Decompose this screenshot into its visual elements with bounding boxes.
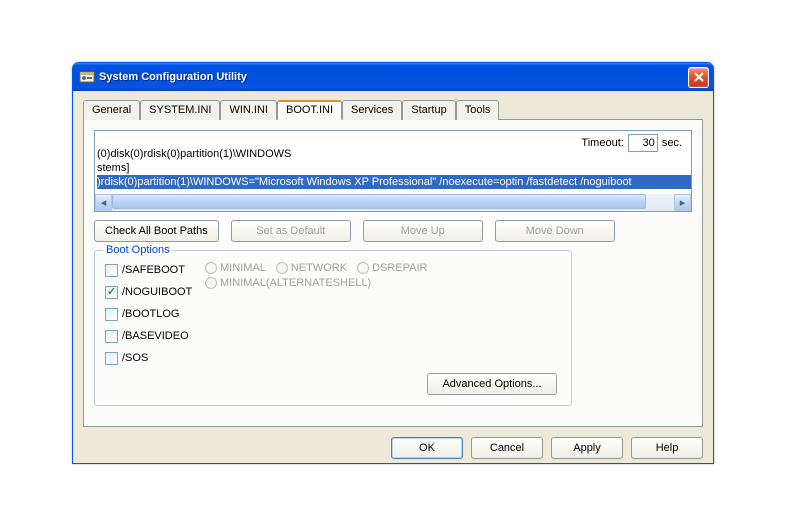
scroll-thumb[interactable] [112,194,646,209]
scroll-right-button[interactable]: ▸ [674,194,691,211]
client-area: General SYSTEM.INI WIN.INI BOOT.INI Serv… [73,91,713,464]
checkbox-icon [105,308,118,321]
move-up-button: Move Up [363,220,483,242]
tab-panel-bootini: (0)disk(0)rdisk(0)partition(1)\WINDOWS s… [83,119,703,427]
dialog-buttons: OK Cancel Apply Help [83,437,703,459]
sos-label: /SOS [122,352,148,364]
apply-button[interactable]: Apply [551,437,623,459]
timeout-group: Timeout: sec. [581,134,682,152]
checkbox-column: /SAFEBOOT /NOGUIBOOT /BOOTLOG /BASEVIDEO… [105,259,205,369]
tab-tools[interactable]: Tools [456,100,500,120]
check-all-boot-paths-button[interactable]: Check All Boot Paths [94,220,219,242]
safeboot-checkbox[interactable]: /SAFEBOOT [105,259,205,281]
tab-services[interactable]: Services [342,100,402,120]
list-line[interactable]: stems] [97,161,691,175]
boot-options-legend: Boot Options [103,244,173,256]
close-icon [694,72,704,82]
close-button[interactable] [688,67,709,88]
safeboot-radio-row1: MINIMAL NETWORK DSREPAIR [205,262,428,274]
dsrepair-radio: DSREPAIR [357,262,427,274]
advanced-options-button[interactable]: Advanced Options... [427,373,557,395]
safeboot-label: /SAFEBOOT [122,264,185,276]
radio-icon [276,262,288,274]
move-down-button: Move Down [495,220,615,242]
noguiboot-label: /NOGUIBOOT [122,286,192,298]
sos-checkbox[interactable]: /SOS [105,347,205,369]
minimalalt-radio: MINIMAL(ALTERNATESHELL) [205,277,371,289]
set-as-default-button: Set as Default [231,220,351,242]
tab-systemini[interactable]: SYSTEM.INI [140,100,220,120]
network-label: NETWORK [291,262,347,274]
basevideo-label: /BASEVIDEO [122,330,189,342]
timeout-input[interactable] [628,134,658,152]
basevideo-checkbox[interactable]: /BASEVIDEO [105,325,205,347]
titlebar[interactable]: System Configuration Utility [73,63,713,91]
radio-icon [205,277,217,289]
checkbox-checked-icon [105,286,118,299]
horizontal-scrollbar[interactable]: ◂ ▸ [95,194,691,211]
minimalalt-label: MINIMAL(ALTERNATESHELL) [220,277,371,289]
checkbox-icon [105,264,118,277]
timeout-unit: sec. [662,137,682,149]
options-row: /SAFEBOOT /NOGUIBOOT /BOOTLOG /BASEVIDEO… [105,259,561,369]
minimal-label: MINIMAL [220,262,266,274]
tab-bootini[interactable]: BOOT.INI [277,100,342,120]
chevron-right-icon: ▸ [680,196,686,209]
scroll-left-button[interactable]: ◂ [95,194,112,211]
scroll-track[interactable] [112,194,674,211]
cancel-button[interactable]: Cancel [471,437,543,459]
tab-startup[interactable]: Startup [402,100,455,120]
noguiboot-checkbox[interactable]: /NOGUIBOOT [105,281,205,303]
timeout-label: Timeout: [581,137,623,149]
msconfig-window: System Configuration Utility General SYS… [72,62,714,464]
minimal-radio: MINIMAL [205,262,266,274]
boot-options-group: Boot Options /SAFEBOOT /NOGUIBOOT /BOOTL… [94,250,572,406]
radio-column: MINIMAL NETWORK DSREPAIR MINIMAL(ALTERNA… [205,259,428,289]
tab-strip: General SYSTEM.INI WIN.INI BOOT.INI Serv… [83,100,703,120]
checkbox-icon [105,352,118,365]
chevron-left-icon: ◂ [101,196,107,209]
boot-buttons-row: Check All Boot Paths Set as Default Move… [94,220,692,242]
checkbox-icon [105,330,118,343]
dsrepair-label: DSREPAIR [372,262,427,274]
network-radio: NETWORK [276,262,347,274]
tab-winini[interactable]: WIN.INI [220,100,277,120]
app-icon [79,69,95,85]
window-title: System Configuration Utility [99,71,688,83]
tab-general[interactable]: General [83,100,140,120]
radio-icon [205,262,217,274]
bootlog-label: /BOOTLOG [122,308,179,320]
help-button[interactable]: Help [631,437,703,459]
ok-button[interactable]: OK [391,437,463,459]
safeboot-radio-row2: MINIMAL(ALTERNATESHELL) [205,277,428,289]
list-line-selected[interactable]: )rdisk(0)partition(1)\WINDOWS="Microsoft… [97,175,691,189]
radio-icon [357,262,369,274]
bootlog-checkbox[interactable]: /BOOTLOG [105,303,205,325]
